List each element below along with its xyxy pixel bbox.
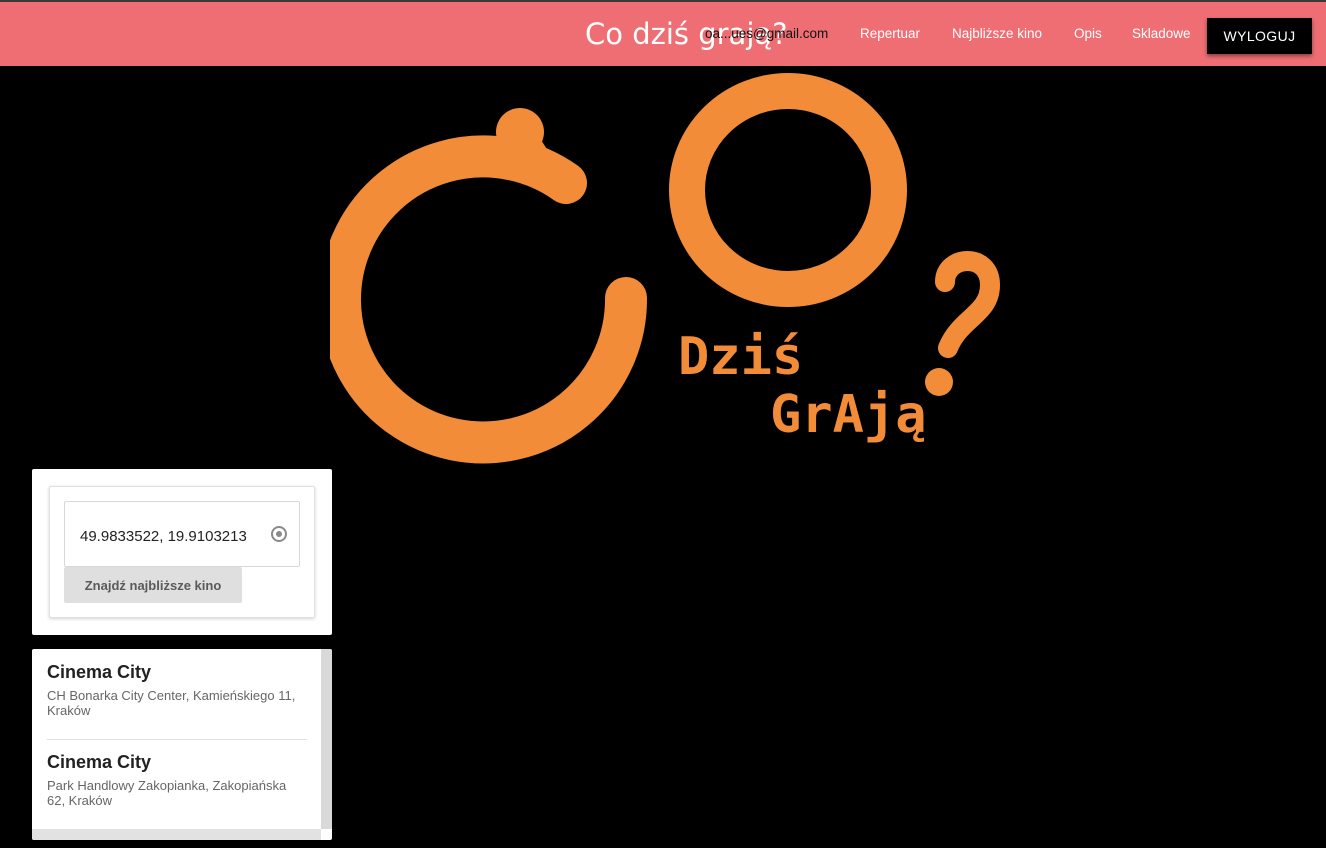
logo-o-ring <box>669 73 907 307</box>
results-panel: Cinema City CH Bonarka City Center, Kami… <box>32 649 332 840</box>
nav-link-nearest-cinema[interactable]: Najbliższe kino <box>952 26 1042 41</box>
cinema-name: Cinema City <box>47 662 152 682</box>
nav-link-description[interactable]: Opis <box>1074 26 1102 41</box>
logo-image: Dziś GrAją <box>330 73 1001 464</box>
coordinates-input[interactable] <box>80 526 258 546</box>
logo-arrow-knob <box>496 108 544 156</box>
logo-question-dot <box>925 368 953 396</box>
logout-button[interactable]: WYLOGUJ <box>1207 18 1312 54</box>
cinema-address: CH Bonarka City Center, Kamieńskiego 11,… <box>47 688 296 718</box>
nav-link-components[interactable]: Skladowe <box>1132 26 1191 41</box>
logo-c-arc <box>330 135 648 464</box>
cinema-address: Park Handlowy Zakopianka, Zakopiańska 62… <box>47 778 287 808</box>
cinema-name: Cinema City <box>47 752 152 772</box>
nav-link-repertuar[interactable]: Repertuar <box>860 26 920 41</box>
radio-button-icon[interactable] <box>271 526 287 542</box>
navbar: Co dziś grają? oa...ues@gmail.com Repert… <box>0 0 1326 66</box>
find-nearest-cinema-button[interactable]: Znajdź najbliższe kino <box>64 567 242 603</box>
logo-text-line2: GrAją <box>770 385 927 445</box>
results-list[interactable]: Cinema City CH Bonarka City Center, Kami… <box>32 649 321 829</box>
list-item[interactable]: Cinema City Park Handlowy Zakopianka, Za… <box>47 751 307 808</box>
logo-text-line1: Dziś <box>678 327 803 387</box>
horizontal-scrollbar[interactable] <box>32 829 321 840</box>
search-form: Znajdź najbliższe kino <box>49 486 315 618</box>
search-panel: Znajdź najbliższe kino <box>32 469 332 635</box>
user-email: oa...ues@gmail.com <box>705 26 829 41</box>
vertical-scrollbar[interactable] <box>321 649 332 829</box>
divider <box>47 739 307 740</box>
coordinates-field[interactable] <box>64 501 300 567</box>
logo-question-curve <box>935 251 1001 358</box>
list-item[interactable]: Cinema City CH Bonarka City Center, Kami… <box>47 661 307 718</box>
